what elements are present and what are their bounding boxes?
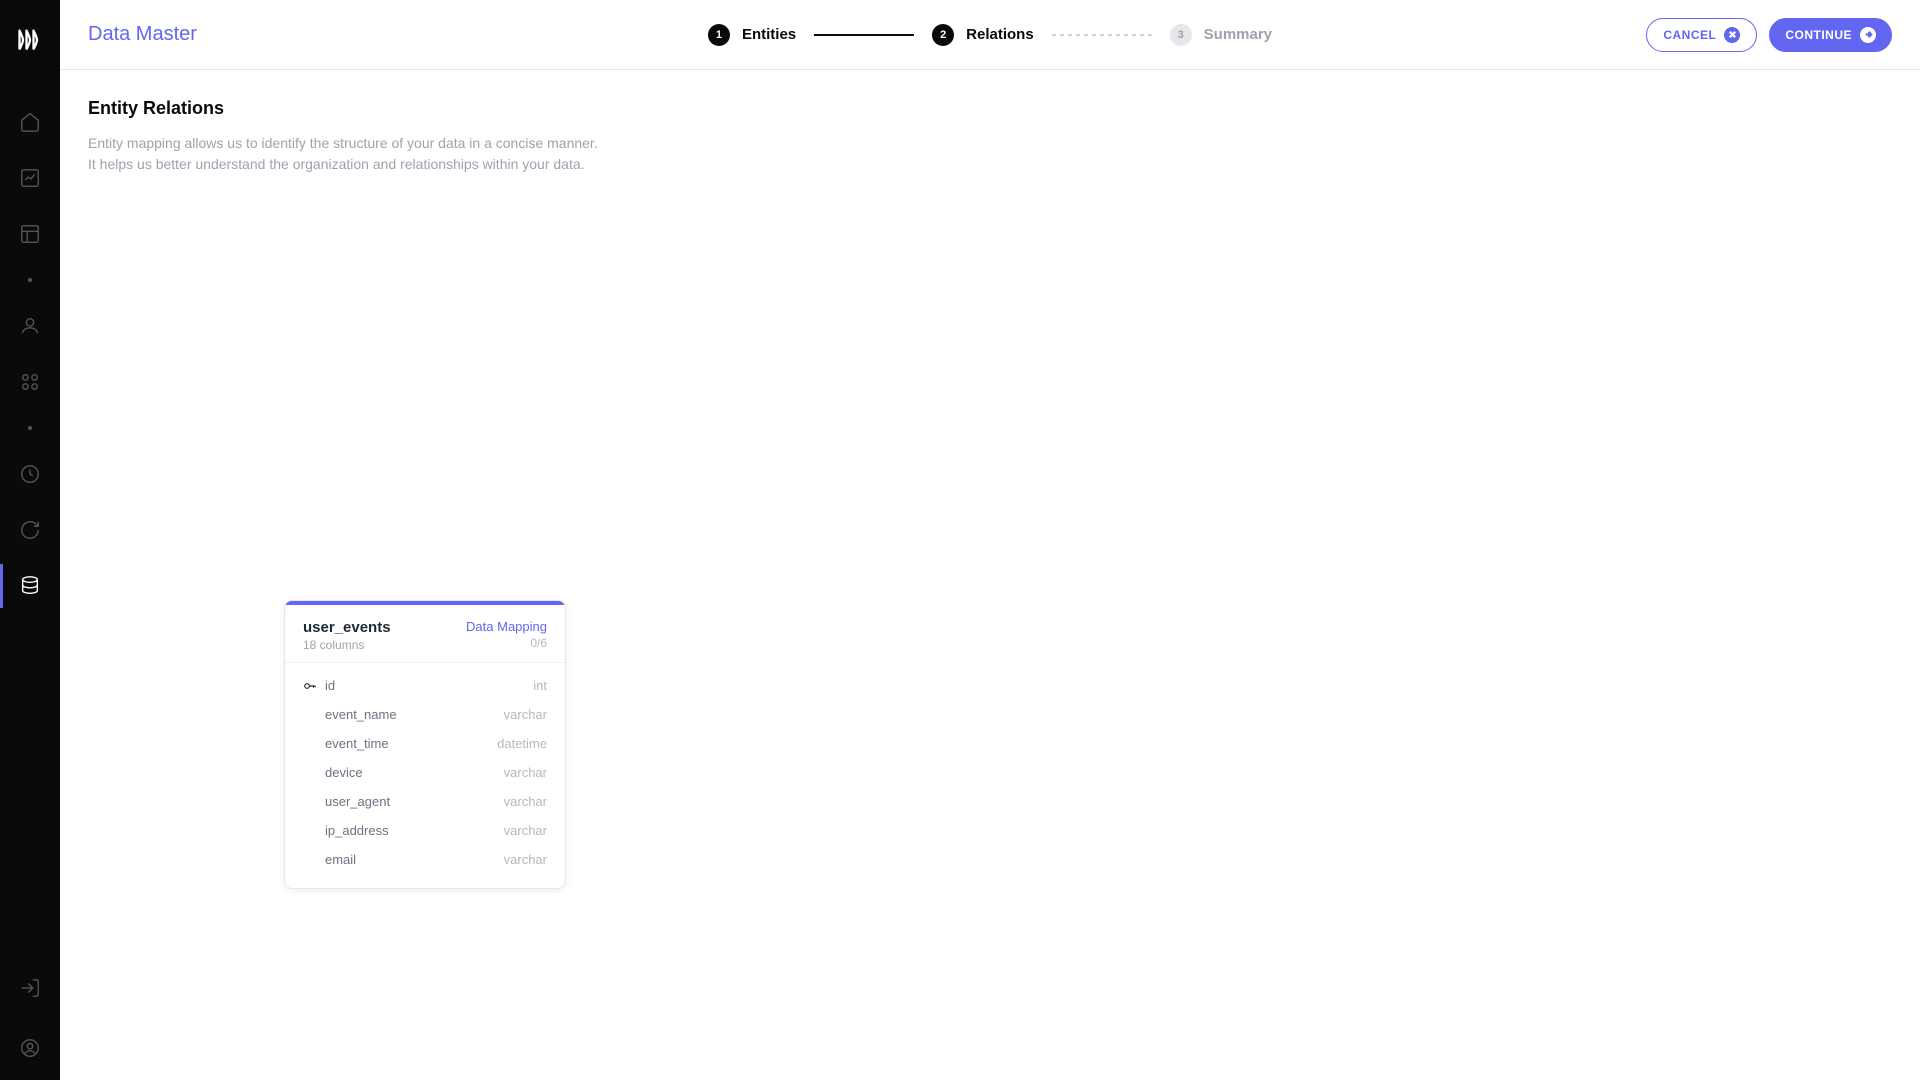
field-left: device [303,765,363,780]
step-number: 1 [708,24,730,46]
refresh-icon[interactable] [18,518,42,542]
field-name: id [325,678,335,693]
logout-icon[interactable] [18,976,42,1000]
header-actions: CANCEL CONTINUE [1646,18,1892,52]
field-left: email [303,852,356,867]
step-relations[interactable]: 2 Relations [932,24,1034,46]
cancel-button[interactable]: CANCEL [1646,18,1757,52]
continue-button[interactable]: CONTINUE [1769,18,1892,52]
entity-column-count: 18 columns [303,638,391,652]
step-connector [1052,34,1152,36]
step-summary[interactable]: 3 Summary [1170,24,1272,46]
field-name: ip_address [325,823,389,838]
field-type: varchar [504,707,547,722]
integrations-icon[interactable] [18,370,42,394]
sidebar-bottom [18,976,42,1060]
section-description: Entity mapping allows us to identify the… [88,133,628,175]
step-number: 2 [932,24,954,46]
arrow-right-icon [1860,27,1876,43]
content-area: Entity Relations Entity mapping allows u… [60,70,1920,1080]
sidebar-nav [18,110,42,598]
logo-icon [16,26,44,54]
entity-field-row[interactable]: device varchar [303,758,547,787]
entity-field-row[interactable]: ip_address varchar [303,816,547,845]
field-type: datetime [497,736,547,751]
sidebar-divider [28,278,32,282]
step-number: 3 [1170,24,1192,46]
user-icon[interactable] [18,314,42,338]
chart-icon[interactable] [18,166,42,190]
field-left: ip_address [303,823,389,838]
field-left: id [303,678,335,693]
entity-name: user_events [303,619,391,636]
entity-name-group: user_events 18 columns [303,619,391,652]
field-left: event_time [303,736,389,751]
field-type: int [533,678,547,693]
field-type: varchar [504,794,547,809]
field-type: varchar [504,852,547,867]
app-title: Data Master [88,23,197,46]
entity-field-row[interactable]: event_time datetime [303,729,547,758]
stepper: 1 Entities 2 Relations 3 Summary [708,24,1272,46]
entity-field-row[interactable]: event_name varchar [303,700,547,729]
field-name: device [325,765,363,780]
entity-mapping-count: 0/6 [530,636,547,650]
field-name: email [325,852,356,867]
sidebar-divider [28,426,32,430]
step-label: Summary [1204,26,1272,43]
account-icon[interactable] [18,1036,42,1060]
home-icon[interactable] [18,110,42,134]
sidebar [0,0,60,1080]
step-entities[interactable]: 1 Entities [708,24,796,46]
activity-icon[interactable] [18,462,42,486]
step-connector [814,34,914,36]
entity-fields-list: idintevent_namevarcharevent_timedatetime… [285,663,565,888]
entity-field-row[interactable]: user_agent varchar [303,787,547,816]
app-logo[interactable] [10,20,50,60]
step-label: Entities [742,26,796,43]
main-container: Data Master 1 Entities 2 Relations 3 Sum… [60,0,1920,1080]
field-type: varchar [504,823,547,838]
close-icon [1724,27,1740,43]
field-name: user_agent [325,794,390,809]
field-type: varchar [504,765,547,780]
cancel-label: CANCEL [1663,28,1716,42]
field-name: event_time [325,736,389,751]
entity-field-row[interactable]: email varchar [303,845,547,874]
layout-icon[interactable] [18,222,42,246]
step-label: Relations [966,26,1034,43]
continue-label: CONTINUE [1785,28,1852,42]
entity-card[interactable]: user_events 18 columns Data Mapping 0/6 … [284,600,566,889]
entity-mapping-group[interactable]: Data Mapping 0/6 [466,619,547,652]
entity-field-row[interactable]: id int [303,671,547,700]
field-name: event_name [325,707,397,722]
field-left: user_agent [303,794,390,809]
section-title: Entity Relations [88,98,1892,119]
key-icon [303,679,317,693]
entity-mapping-label: Data Mapping [466,619,547,634]
field-left: event_name [303,707,397,722]
header: Data Master 1 Entities 2 Relations 3 Sum… [60,0,1920,70]
database-icon[interactable] [18,574,42,598]
entity-card-header: user_events 18 columns Data Mapping 0/6 [285,605,565,663]
